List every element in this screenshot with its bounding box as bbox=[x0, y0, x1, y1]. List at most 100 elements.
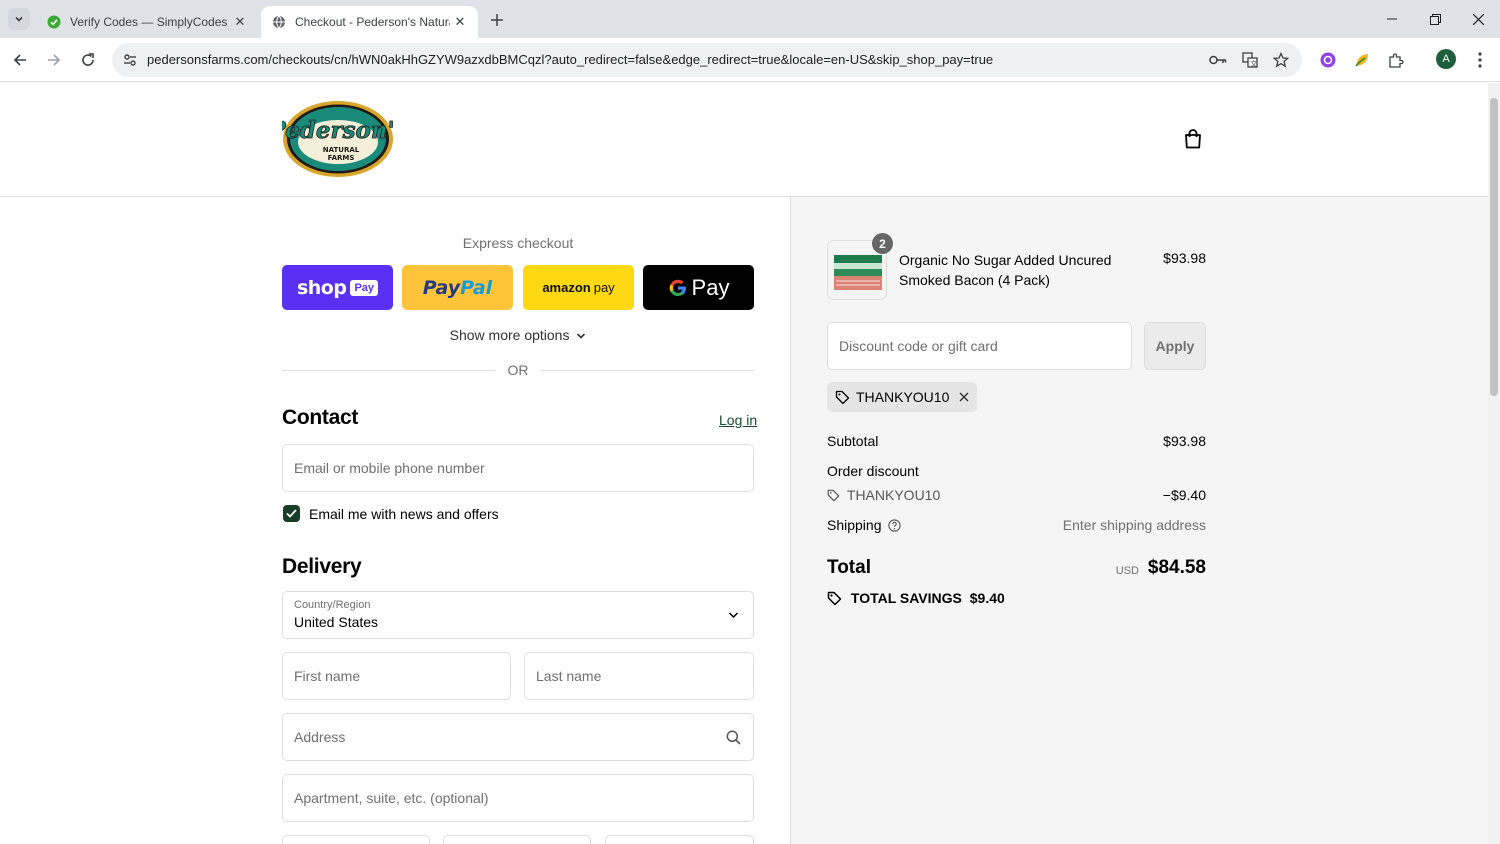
browser-menu-icon[interactable] bbox=[1470, 50, 1490, 70]
close-tab-icon[interactable]: ✕ bbox=[230, 12, 250, 32]
extensions-puzzle-icon[interactable] bbox=[1386, 50, 1406, 70]
tab-title: Checkout - Pederson's Natural F bbox=[295, 15, 450, 29]
close-tab-icon[interactable]: ✕ bbox=[450, 12, 470, 32]
search-icon bbox=[726, 730, 741, 745]
site-header: Pederson's NATURAL FARMS bbox=[0, 83, 1488, 197]
order-discount-label: Order discount bbox=[827, 463, 919, 479]
total-row: Total $84.58 USD bbox=[827, 557, 1206, 583]
svg-text:NATURAL: NATURAL bbox=[323, 146, 360, 154]
last-name-placeholder: Last name bbox=[536, 668, 602, 684]
tag-icon bbox=[835, 390, 850, 404]
last-name-field[interactable]: Last name bbox=[524, 652, 754, 700]
site-info-icon[interactable] bbox=[120, 50, 140, 70]
email-field[interactable]: Email or mobile phone number bbox=[282, 444, 754, 492]
forward-button[interactable] bbox=[42, 48, 66, 72]
shipping-value: Enter shipping address bbox=[1062, 517, 1206, 533]
shop-pay-button[interactable]: shop Pay bbox=[282, 265, 393, 310]
discount-value: −$9.40 bbox=[1162, 487, 1206, 503]
chevron-down-icon bbox=[728, 612, 739, 619]
bookmark-star-icon[interactable] bbox=[1271, 51, 1291, 69]
express-checkout-title: Express checkout bbox=[462, 235, 574, 251]
country-select[interactable]: Country/Region United States bbox=[282, 591, 754, 639]
tab-search-button[interactable] bbox=[8, 8, 30, 30]
savings-label: TOTAL SAVINGS bbox=[850, 590, 962, 606]
address-field[interactable]: Address bbox=[282, 713, 754, 761]
extension-purple-icon[interactable] bbox=[1318, 50, 1338, 70]
login-link[interactable]: Log in bbox=[719, 412, 757, 428]
pedersons-logo[interactable]: Pederson's NATURAL FARMS bbox=[267, 100, 408, 178]
discount-placeholder: Discount code or gift card bbox=[839, 338, 998, 354]
arrow-left-icon bbox=[13, 54, 26, 66]
address-bar[interactable]: pedersonsfarms.com/checkouts/cn/hWN0akHh… bbox=[112, 43, 1302, 77]
savings-value: $9.40 bbox=[969, 590, 1005, 606]
plus-icon bbox=[491, 14, 503, 26]
shop-pay-logo: shop bbox=[296, 276, 347, 299]
total-label: Total bbox=[827, 557, 871, 578]
translate-icon[interactable]: 文 bbox=[1240, 51, 1260, 69]
amazon-pay-button[interactable]: amazon pay bbox=[523, 265, 634, 310]
discount-code-row: THANKYOU10 −$9.40 bbox=[827, 487, 1206, 503]
url-text[interactable]: pedersonsfarms.com/checkouts/cn/hWN0akHh… bbox=[147, 52, 993, 67]
back-button[interactable] bbox=[8, 48, 32, 72]
total-value: $84.58 bbox=[1147, 557, 1206, 578]
currency-code: USD bbox=[1115, 565, 1139, 577]
first-name-field[interactable]: First name bbox=[282, 652, 511, 700]
remove-discount-icon[interactable] bbox=[959, 392, 969, 402]
contact-heading: Contact bbox=[282, 406, 359, 429]
reload-icon bbox=[82, 53, 94, 66]
divider-right bbox=[541, 370, 754, 371]
shipping-label: Shipping bbox=[827, 517, 882, 533]
paypal-button[interactable]: Pay Pal bbox=[402, 265, 513, 310]
newsletter-label: Email me with news and offers bbox=[309, 506, 499, 522]
tag-icon bbox=[827, 591, 842, 606]
tab-simplycodes[interactable]: Verify Codes — SimplyCodes ✕ bbox=[36, 6, 258, 38]
minimize-button[interactable] bbox=[1380, 8, 1404, 30]
newsletter-checkbox[interactable] bbox=[283, 505, 300, 522]
minimize-icon bbox=[1387, 18, 1397, 20]
browser-toolbar: pedersonsfarms.com/checkouts/cn/hWN0akHh… bbox=[0, 38, 1500, 82]
discount-code-field[interactable]: Discount code or gift card bbox=[827, 322, 1132, 370]
apartment-field[interactable]: Apartment, suite, etc. (optional) bbox=[282, 774, 754, 822]
state-field[interactable] bbox=[443, 835, 591, 844]
country-value: United States bbox=[294, 614, 379, 630]
quantity-badge: 2 bbox=[872, 233, 893, 254]
divider-left bbox=[282, 370, 495, 371]
paypal-logo-pal: Pal bbox=[460, 276, 493, 299]
country-label: Country/Region bbox=[294, 599, 371, 611]
shop-pay-badge: Pay bbox=[350, 279, 379, 296]
subtotal-value: $93.98 bbox=[1163, 433, 1206, 449]
restore-icon bbox=[1429, 13, 1441, 25]
address-placeholder: Address bbox=[294, 729, 346, 745]
show-more-label: Show more options bbox=[449, 327, 570, 343]
shopping-bag-icon[interactable] bbox=[1182, 128, 1204, 150]
google-pay-button[interactable]: Pay bbox=[643, 265, 754, 310]
paypal-logo-pay: Pay bbox=[422, 276, 461, 299]
chevron-down-icon bbox=[577, 333, 586, 339]
restore-button[interactable] bbox=[1423, 8, 1447, 30]
email-placeholder: Email or mobile phone number bbox=[294, 460, 485, 476]
show-more-options-link[interactable]: Show more options bbox=[282, 327, 754, 343]
order-summary: 2 Organic No Sugar Added Uncured Smoked … bbox=[790, 197, 1488, 844]
product-price: $93.98 bbox=[1163, 250, 1206, 266]
city-field[interactable] bbox=[282, 835, 430, 844]
browser-chrome: Verify Codes — SimplyCodes ✕ Checkout - … bbox=[0, 0, 1500, 82]
new-tab-button[interactable] bbox=[486, 10, 508, 30]
scrollbar-thumb[interactable] bbox=[1490, 98, 1498, 396]
password-key-icon[interactable] bbox=[1208, 51, 1228, 69]
delivery-heading: Delivery bbox=[282, 555, 362, 578]
or-divider-text: OR bbox=[507, 362, 529, 378]
product-name: Organic No Sugar Added Uncured Smoked Ba… bbox=[899, 252, 1112, 288]
simplycodes-favicon-icon bbox=[46, 14, 62, 30]
profile-avatar[interactable]: A bbox=[1436, 49, 1456, 69]
first-name-placeholder: First name bbox=[294, 668, 361, 684]
tab-checkout[interactable]: Checkout - Pederson's Natural F ✕ bbox=[261, 6, 478, 38]
zip-field[interactable] bbox=[605, 835, 754, 844]
close-window-button[interactable] bbox=[1466, 8, 1490, 30]
order-discount-row: Order discount bbox=[827, 463, 1206, 479]
help-circle-icon[interactable] bbox=[888, 519, 902, 532]
extension-leaf-icon[interactable] bbox=[1352, 50, 1372, 70]
total-savings-row: TOTAL SAVINGS $9.40 bbox=[827, 590, 1206, 606]
reload-button[interactable] bbox=[76, 48, 100, 72]
apply-button[interactable]: Apply bbox=[1144, 322, 1206, 370]
tab-title: Verify Codes — SimplyCodes bbox=[70, 15, 228, 29]
